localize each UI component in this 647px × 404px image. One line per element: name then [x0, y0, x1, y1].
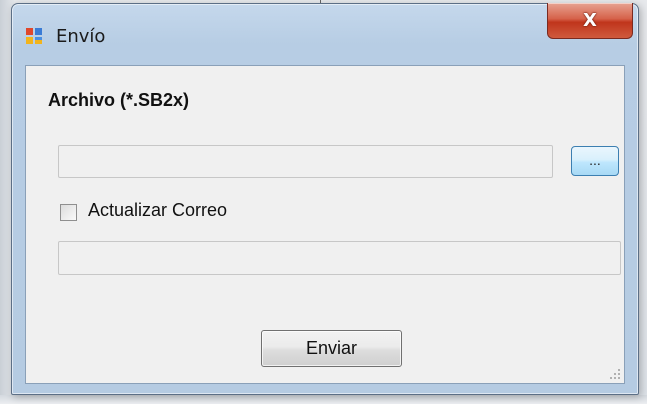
app-icon: [26, 28, 42, 44]
close-icon: X: [583, 10, 597, 31]
close-button[interactable]: X: [547, 3, 633, 39]
dialog-window: Envío X Archivo (*.SB2x) ... Actualizar …: [11, 3, 639, 395]
email-input[interactable]: [58, 241, 621, 275]
send-button[interactable]: Enviar: [261, 330, 402, 367]
resize-grip-icon[interactable]: [609, 368, 621, 380]
title-bar[interactable]: Envío X: [12, 3, 638, 60]
file-path-input[interactable]: [58, 145, 553, 178]
browse-button[interactable]: ...: [571, 146, 619, 176]
file-label: Archivo (*.SB2x): [48, 90, 190, 110]
background-taskbar-edge: [0, 395, 647, 404]
update-email-checkbox[interactable]: [60, 204, 77, 221]
update-email-label[interactable]: Actualizar Correo: [88, 200, 227, 221]
window-title: Envío: [56, 26, 106, 47]
dialog-client-area: Archivo (*.SB2x) ... Actualizar Correo E…: [25, 65, 625, 384]
